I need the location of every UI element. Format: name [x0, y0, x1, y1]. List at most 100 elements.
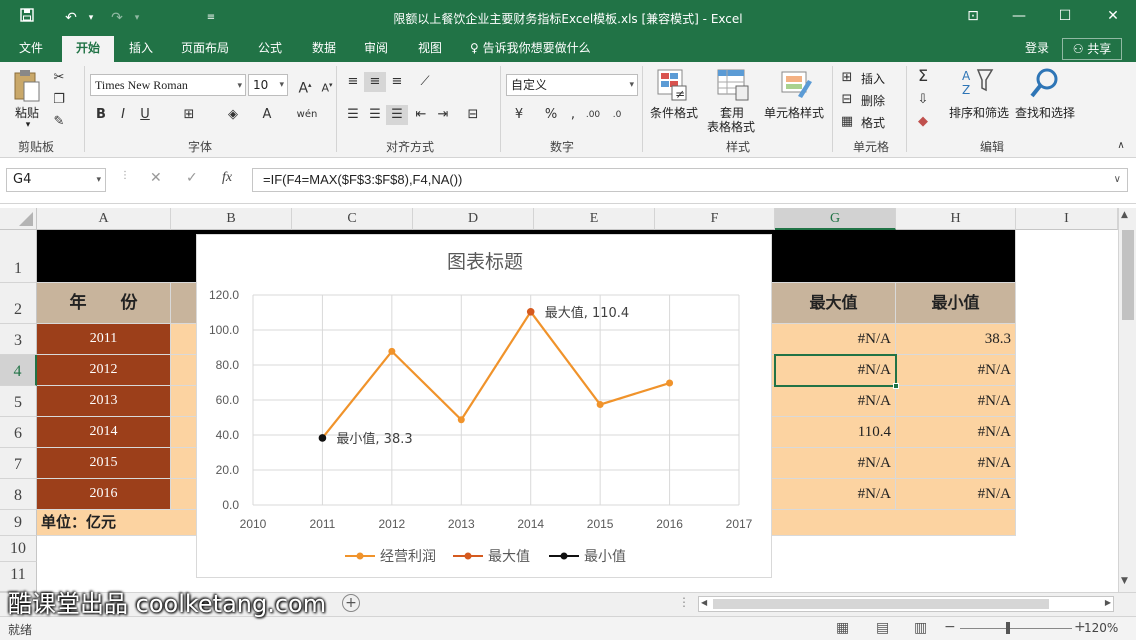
delete-cells-button[interactable]: 删除	[858, 92, 888, 109]
align-right-icon[interactable]: ☰	[386, 105, 408, 125]
close-button[interactable]: ✕	[1090, 0, 1136, 32]
align-middle-icon[interactable]: ≡	[364, 72, 386, 92]
normal-view-icon[interactable]: ▦	[836, 621, 849, 635]
max-value-cell[interactable]: #N/A	[772, 479, 896, 510]
year-cell[interactable]: 2015	[37, 448, 171, 479]
fill-handle[interactable]	[893, 383, 899, 389]
row-header-7[interactable]: 7	[0, 448, 37, 479]
italic-icon[interactable]: I	[112, 105, 134, 125]
enter-icon[interactable]: ✓	[186, 170, 198, 186]
year-cell[interactable]: 2012	[37, 355, 171, 386]
cut-icon[interactable]: ✂	[48, 68, 70, 88]
insert-cells-button[interactable]: 插入	[858, 70, 888, 87]
tab-view[interactable]: 视图	[408, 36, 452, 62]
format-cells-button[interactable]: 格式	[858, 114, 888, 131]
find-select-icon[interactable]	[1028, 66, 1062, 100]
column-header-f[interactable]: F	[655, 208, 775, 230]
delete-cells-icon[interactable]: ⊟	[836, 90, 858, 110]
header-max-cell[interactable]: 最大值	[772, 283, 896, 324]
phonetic-icon[interactable]: wén	[296, 105, 318, 125]
undo-icon[interactable]: ↶	[60, 7, 82, 29]
paste-dropdown-icon[interactable]: ▾	[22, 120, 34, 130]
align-center-icon[interactable]: ☰	[364, 105, 386, 125]
column-header-i[interactable]: I	[1016, 208, 1118, 230]
min-value-cell[interactable]: 38.3	[896, 324, 1016, 355]
column-header-g[interactable]: G	[775, 208, 896, 230]
column-header-b[interactable]: B	[171, 208, 292, 230]
sort-filter-icon[interactable]: AZ	[960, 66, 994, 100]
year-cell[interactable]: 2011	[37, 324, 171, 355]
column-header-e[interactable]: E	[534, 208, 655, 230]
increase-indent-icon[interactable]: ⇥	[432, 105, 454, 125]
sort-filter-button[interactable]: 排序和筛选	[946, 104, 1012, 121]
paste-icon[interactable]	[12, 68, 42, 104]
collapse-ribbon-icon[interactable]: ∧	[1110, 136, 1132, 156]
column-header-h[interactable]: H	[896, 208, 1016, 230]
conditional-format-button[interactable]: 条件格式	[646, 104, 702, 121]
row-header-6[interactable]: 6	[0, 417, 37, 448]
font-color-icon[interactable]: A	[256, 105, 278, 125]
row-header-10[interactable]: 10	[0, 536, 37, 562]
max-value-cell[interactable]: #N/A	[772, 386, 896, 417]
decrease-indent-icon[interactable]: ⇤	[410, 105, 432, 125]
vertical-scroll-thumb[interactable]	[1122, 230, 1134, 320]
decrease-decimal-icon[interactable]: .0	[606, 105, 628, 125]
font-size-combo[interactable]: 10 ▾	[248, 74, 288, 96]
year-cell[interactable]: 2014	[37, 417, 171, 448]
format-cells-icon[interactable]: ▦	[836, 112, 858, 132]
row-header-1[interactable]: 1	[0, 230, 37, 283]
cell-styles-icon[interactable]	[780, 68, 814, 102]
max-value-cell[interactable]: 110.4	[772, 417, 896, 448]
undo-dropdown-icon[interactable]: ▾	[80, 7, 102, 29]
min-value-cell[interactable]: #N/A	[896, 355, 1016, 386]
clear-icon[interactable]: ◆	[912, 112, 934, 132]
cancel-icon[interactable]: ✕	[150, 170, 162, 186]
autosum-icon[interactable]: Σ	[912, 66, 934, 86]
zoom-slider-thumb[interactable]	[1006, 622, 1010, 634]
insert-cells-icon[interactable]: ⊞	[836, 68, 858, 88]
column-header-d[interactable]: D	[413, 208, 534, 230]
select-all-corner[interactable]	[0, 208, 37, 230]
min-value-cell[interactable]: #N/A	[896, 448, 1016, 479]
customize-toolbar-icon[interactable]: ≡	[200, 7, 222, 29]
page-break-view-icon[interactable]: ▥	[914, 621, 927, 635]
header-min-cell[interactable]: 最小值	[896, 283, 1016, 324]
fill-icon[interactable]: ⇩	[912, 90, 934, 110]
page-layout-view-icon[interactable]: ▤	[876, 621, 889, 635]
tell-me-box[interactable]: ♀ 告诉我你想要做什么	[470, 36, 591, 60]
line-chart[interactable]: 图表标题 0.0 20.0 40.0 60.0 80.0 100.0 120.0 2010 201…	[196, 234, 772, 578]
cell-styles-button[interactable]: 单元格样式	[762, 104, 826, 121]
bold-icon[interactable]: B	[90, 105, 112, 125]
ribbon-display-icon[interactable]: ⊡	[950, 0, 996, 32]
increase-decimal-icon[interactable]: .00	[582, 105, 604, 125]
save-icon[interactable]	[16, 7, 38, 29]
scroll-right-icon[interactable]: ▶	[1105, 598, 1111, 607]
increase-font-icon[interactable]: A▴	[294, 75, 316, 97]
redo-dropdown-icon[interactable]: ▾	[126, 7, 148, 29]
zoom-out-icon[interactable]: −	[944, 619, 956, 635]
zoom-slider-track[interactable]	[960, 628, 1072, 629]
font-name-combo[interactable]: Times New Roman ▾	[90, 74, 246, 96]
column-header-a[interactable]: A	[37, 208, 171, 230]
row-header-9[interactable]: 9	[0, 510, 37, 536]
number-format-combo[interactable]: 自定义 ▾	[506, 74, 638, 96]
add-sheet-icon[interactable]: +	[342, 594, 360, 612]
login-link[interactable]: 登录	[1025, 36, 1049, 60]
scroll-left-icon[interactable]: ◀	[701, 598, 707, 607]
format-as-table-icon[interactable]	[716, 68, 750, 102]
fill-color-icon[interactable]: ◈	[222, 105, 244, 125]
year-cell[interactable]: 2013	[37, 386, 171, 417]
min-value-cell[interactable]: #N/A	[896, 479, 1016, 510]
tab-insert[interactable]: 插入	[118, 36, 164, 62]
min-value-cell[interactable]: #N/A	[896, 417, 1016, 448]
insert-function-icon[interactable]: fx	[222, 170, 232, 186]
percent-icon[interactable]: %	[540, 105, 562, 125]
horizontal-scroll-thumb[interactable]	[713, 599, 1049, 609]
name-box[interactable]: G4 ▾	[6, 168, 106, 192]
tab-formulas[interactable]: 公式	[248, 36, 292, 62]
decrease-font-icon[interactable]: A▾	[316, 75, 338, 95]
redo-icon[interactable]: ↷	[106, 7, 128, 29]
tab-file[interactable]: 文件	[8, 36, 54, 62]
tab-data[interactable]: 数据	[302, 36, 346, 62]
column-header-c[interactable]: C	[292, 208, 413, 230]
